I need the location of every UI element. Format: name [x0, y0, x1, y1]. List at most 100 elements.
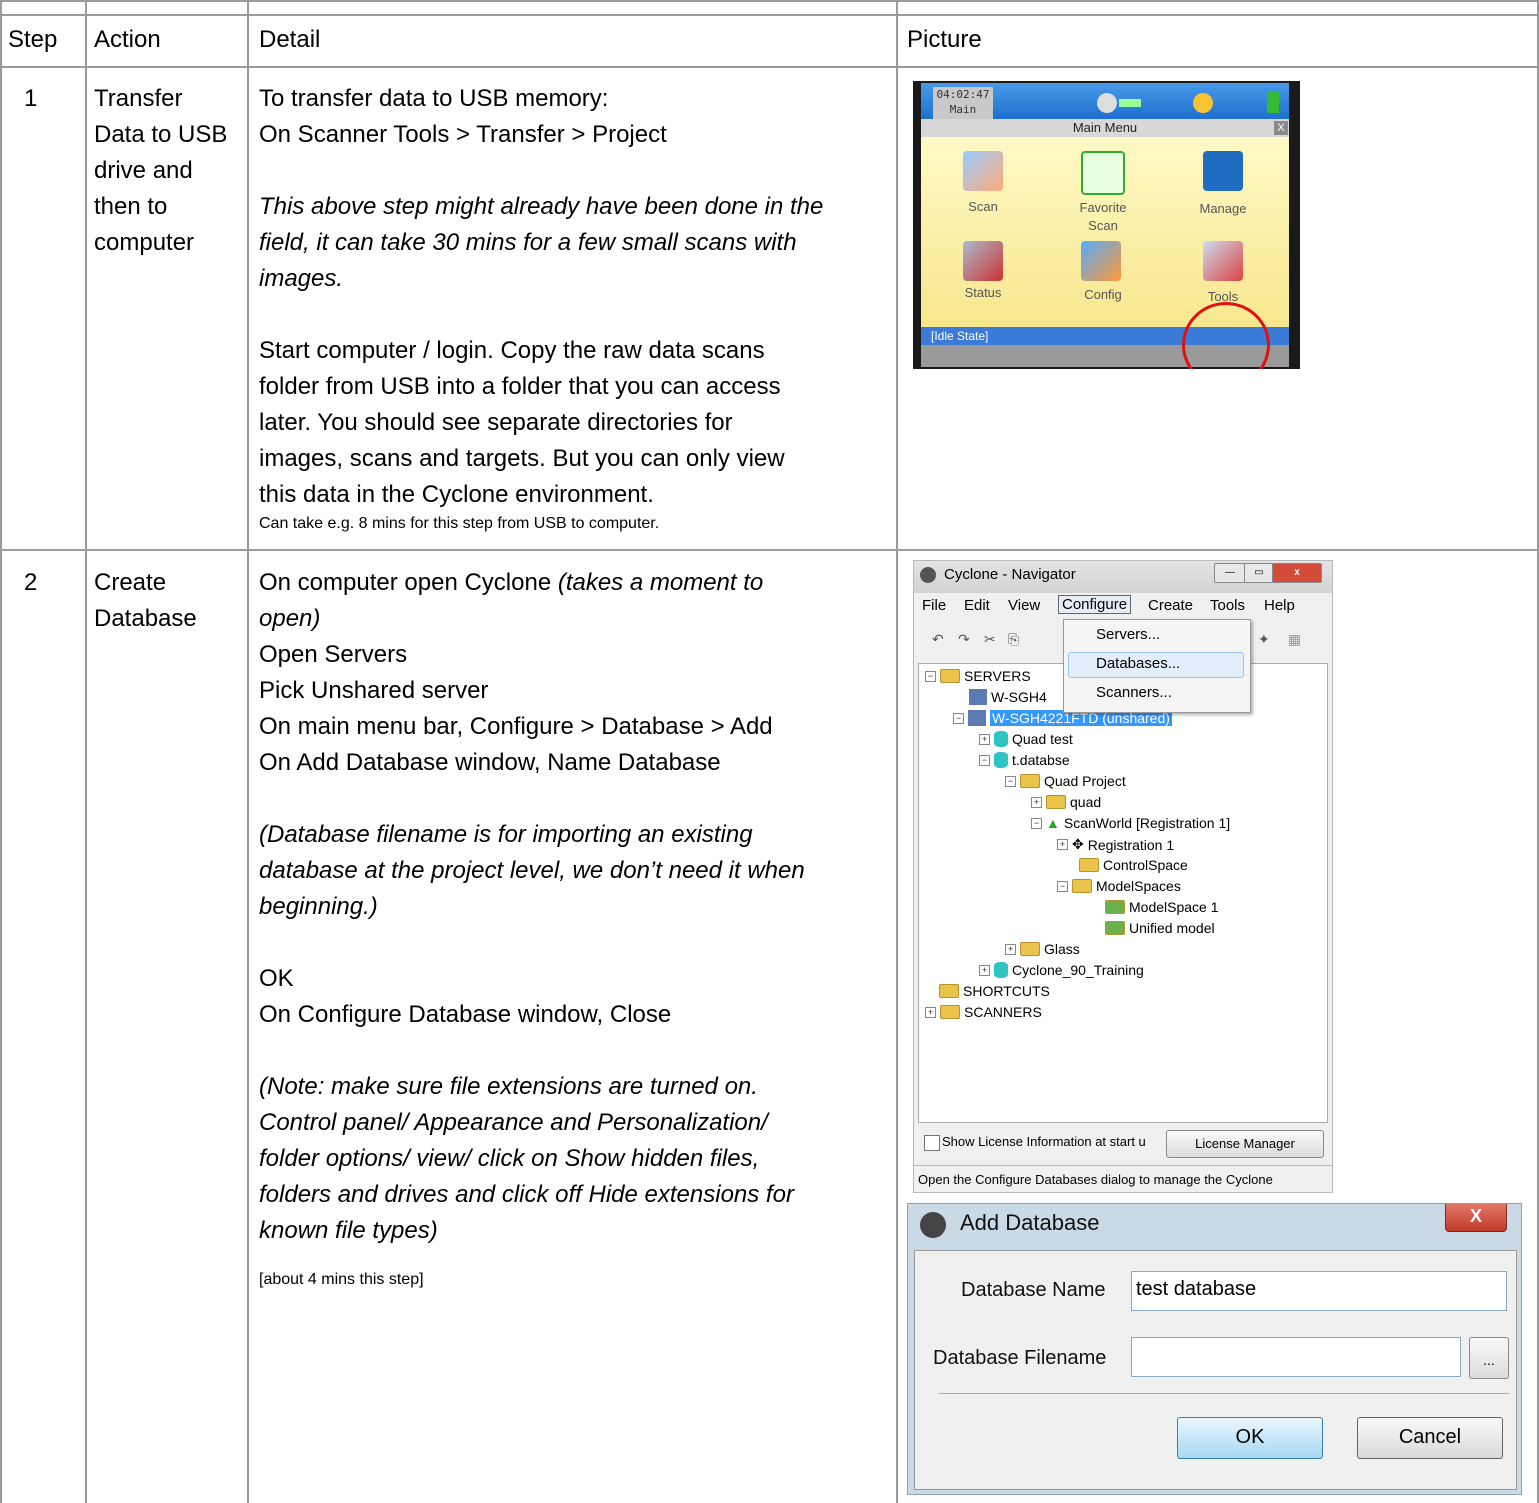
sun-icon	[1193, 93, 1213, 113]
menu-help[interactable]: Help	[1264, 597, 1295, 614]
config-icon[interactable]	[1081, 241, 1121, 281]
tree-node-modelspace[interactable]: ModelSpace 1	[1105, 899, 1219, 915]
menu-item-servers[interactable]: Servers...	[1096, 626, 1160, 643]
tree-label: SHORTCUTS	[963, 983, 1050, 999]
tree-node-modelspace[interactable]: Unified model	[1105, 920, 1215, 936]
table-border-top	[0, 0, 1539, 2]
scanner-menu-body: Scan Favorite Scan Manage Status Config …	[921, 137, 1289, 327]
row1-bottom-line	[0, 549, 1539, 551]
row1-detail-line: On Scanner Tools > Transfer > Project	[259, 121, 667, 148]
folder-icon	[1046, 795, 1066, 809]
close-icon[interactable]: X	[1274, 121, 1288, 135]
tree-label: Quad Project	[1044, 773, 1126, 789]
tree-node-project[interactable]: − Quad Project	[1005, 773, 1126, 789]
tree-node-folder[interactable]: + Glass	[1005, 941, 1080, 957]
row2-detail-italic-line: Control panel/ Appearance and Personaliz…	[259, 1109, 768, 1136]
row1-action-line: computer	[94, 229, 195, 256]
folder-icon	[1072, 879, 1092, 893]
menu-create[interactable]: Create	[1148, 597, 1193, 614]
toolbar-action-icon[interactable]: ✦	[1258, 631, 1270, 648]
menu-configure[interactable]: Configure	[1058, 595, 1132, 614]
row2-spacer	[259, 1249, 805, 1269]
scan-icon[interactable]	[963, 151, 1003, 191]
database-name-input[interactable]: test database	[1131, 1271, 1507, 1311]
row1-action: Transfer Data to USB drive and then to c…	[94, 81, 227, 261]
show-license-checkbox[interactable]	[924, 1135, 940, 1151]
computer-icon	[969, 689, 987, 705]
menu-tools[interactable]: Tools	[1210, 597, 1245, 614]
row2-detail: On computer open Cyclone (takes a moment…	[259, 565, 805, 1291]
navigator-title: Cyclone - Navigator	[944, 566, 1076, 583]
tree-node-server[interactable]: W-SGH4	[969, 689, 1047, 705]
tree-node-database[interactable]: − t.databse	[979, 752, 1070, 768]
tree-node-database[interactable]: + Quad test	[979, 731, 1073, 747]
add-database-dialog: Add Database X Database Name test databa…	[907, 1203, 1522, 1495]
close-icon[interactable]: x	[1272, 563, 1322, 583]
col-line-0	[0, 0, 2, 1503]
license-manager-button[interactable]: License Manager	[1166, 1130, 1324, 1158]
tree-label: Registration 1	[1087, 836, 1175, 853]
play-icon[interactable]	[1081, 151, 1125, 195]
tree-node-modelspaces[interactable]: − ModelSpaces	[1057, 878, 1181, 894]
manage-label: Manage	[1199, 201, 1247, 216]
tree-node-folder[interactable]: + quad	[1031, 794, 1101, 810]
cut-icon[interactable]: ✂	[984, 631, 996, 648]
tree-label: quad	[1070, 794, 1102, 810]
row2-action-line: Database	[94, 605, 197, 632]
tree-node-registration[interactable]: + ✥ Registration 1	[1057, 836, 1174, 853]
tree-label: ControlSpace	[1103, 857, 1188, 873]
menu-item-scanners[interactable]: Scanners...	[1096, 684, 1172, 701]
row2-detail-italic-line: known file types)	[259, 1217, 438, 1244]
row2-detail-line: On computer open Cyclone	[259, 569, 558, 596]
header-detail: Detail	[259, 26, 321, 53]
tree-node-controlspace[interactable]: ControlSpace	[1079, 857, 1188, 873]
cancel-button[interactable]: Cancel	[1357, 1417, 1503, 1459]
menu-file[interactable]: File	[922, 597, 946, 614]
tree-label: SCANNERS	[964, 1004, 1042, 1020]
row1-detail-italic-line: images.	[259, 265, 344, 292]
status-label: Status	[964, 285, 1002, 300]
tree-node-database[interactable]: + Cyclone_90_Training	[979, 962, 1144, 978]
cyclone-logo-icon	[920, 567, 936, 583]
tree-node-scanworld[interactable]: − ▲ ScanWorld [Registration 1]	[1031, 815, 1230, 831]
show-license-label: Show License Information at start u	[942, 1134, 1146, 1149]
modelspace-icon	[1105, 921, 1125, 935]
status-icon[interactable]	[963, 241, 1003, 281]
menu-item-databases[interactable]: Databases...	[1096, 655, 1180, 672]
maximize-icon[interactable]: ▭	[1244, 563, 1274, 583]
registration-icon: ✥	[1072, 836, 1084, 852]
close-icon[interactable]: X	[1445, 1204, 1507, 1232]
ok-button[interactable]: OK	[1177, 1417, 1323, 1459]
manage-icon[interactable]	[1203, 151, 1243, 191]
navigator-tree: − SERVERS W-SGH4 − W-SGH4221FTD (unshared)…	[918, 663, 1328, 1123]
browse-button[interactable]: ...	[1469, 1337, 1509, 1379]
folder-icon[interactable]: ▦	[1288, 631, 1301, 648]
minimize-icon[interactable]: —	[1214, 563, 1246, 583]
row2-detail-line: OK	[259, 965, 294, 992]
scanner-clock: 04:02:47 Main	[933, 87, 993, 119]
dialog-separator	[939, 1393, 1509, 1394]
navigator-menu-bar: File Edit View Configure Create Tools He…	[916, 594, 1328, 618]
row1-action-line: Transfer	[94, 85, 183, 112]
database-filename-input[interactable]	[1131, 1337, 1461, 1377]
window-controls: — ▭ x	[1214, 563, 1324, 583]
header-step: Step	[8, 26, 58, 53]
menu-view[interactable]: View	[1008, 597, 1040, 614]
row1-detail-italic-line: field, it can take 30 mins for a few sma…	[259, 229, 797, 256]
copy-icon[interactable]: ⎘	[1008, 631, 1019, 648]
menu-edit[interactable]: Edit	[964, 597, 990, 614]
row1-detail-line: images, scans and targets. But you can o…	[259, 445, 785, 472]
row1-action-line: drive and	[94, 157, 193, 184]
tools-icon[interactable]	[1203, 241, 1243, 281]
tree-node-servers[interactable]: − SERVERS	[925, 668, 1031, 684]
undo-icon[interactable]: ↶	[932, 631, 944, 648]
row2-detail-italic-line: folder options/ view/ click on Show hidd…	[259, 1145, 760, 1172]
tree-node-scanners[interactable]: + SCANNERS	[925, 1004, 1042, 1020]
redo-icon[interactable]: ↷	[958, 631, 970, 648]
row2-detail-italic-line: (Note: make sure file extensions are tur…	[259, 1073, 758, 1100]
scanner-mode: Main	[949, 103, 977, 116]
tree-node-shortcuts[interactable]: SHORTCUTS	[939, 983, 1050, 999]
row2-detail-italic: (takes a moment to	[557, 569, 764, 596]
dialog-title: Add Database	[960, 1210, 1100, 1235]
row2-spacer	[259, 925, 805, 961]
